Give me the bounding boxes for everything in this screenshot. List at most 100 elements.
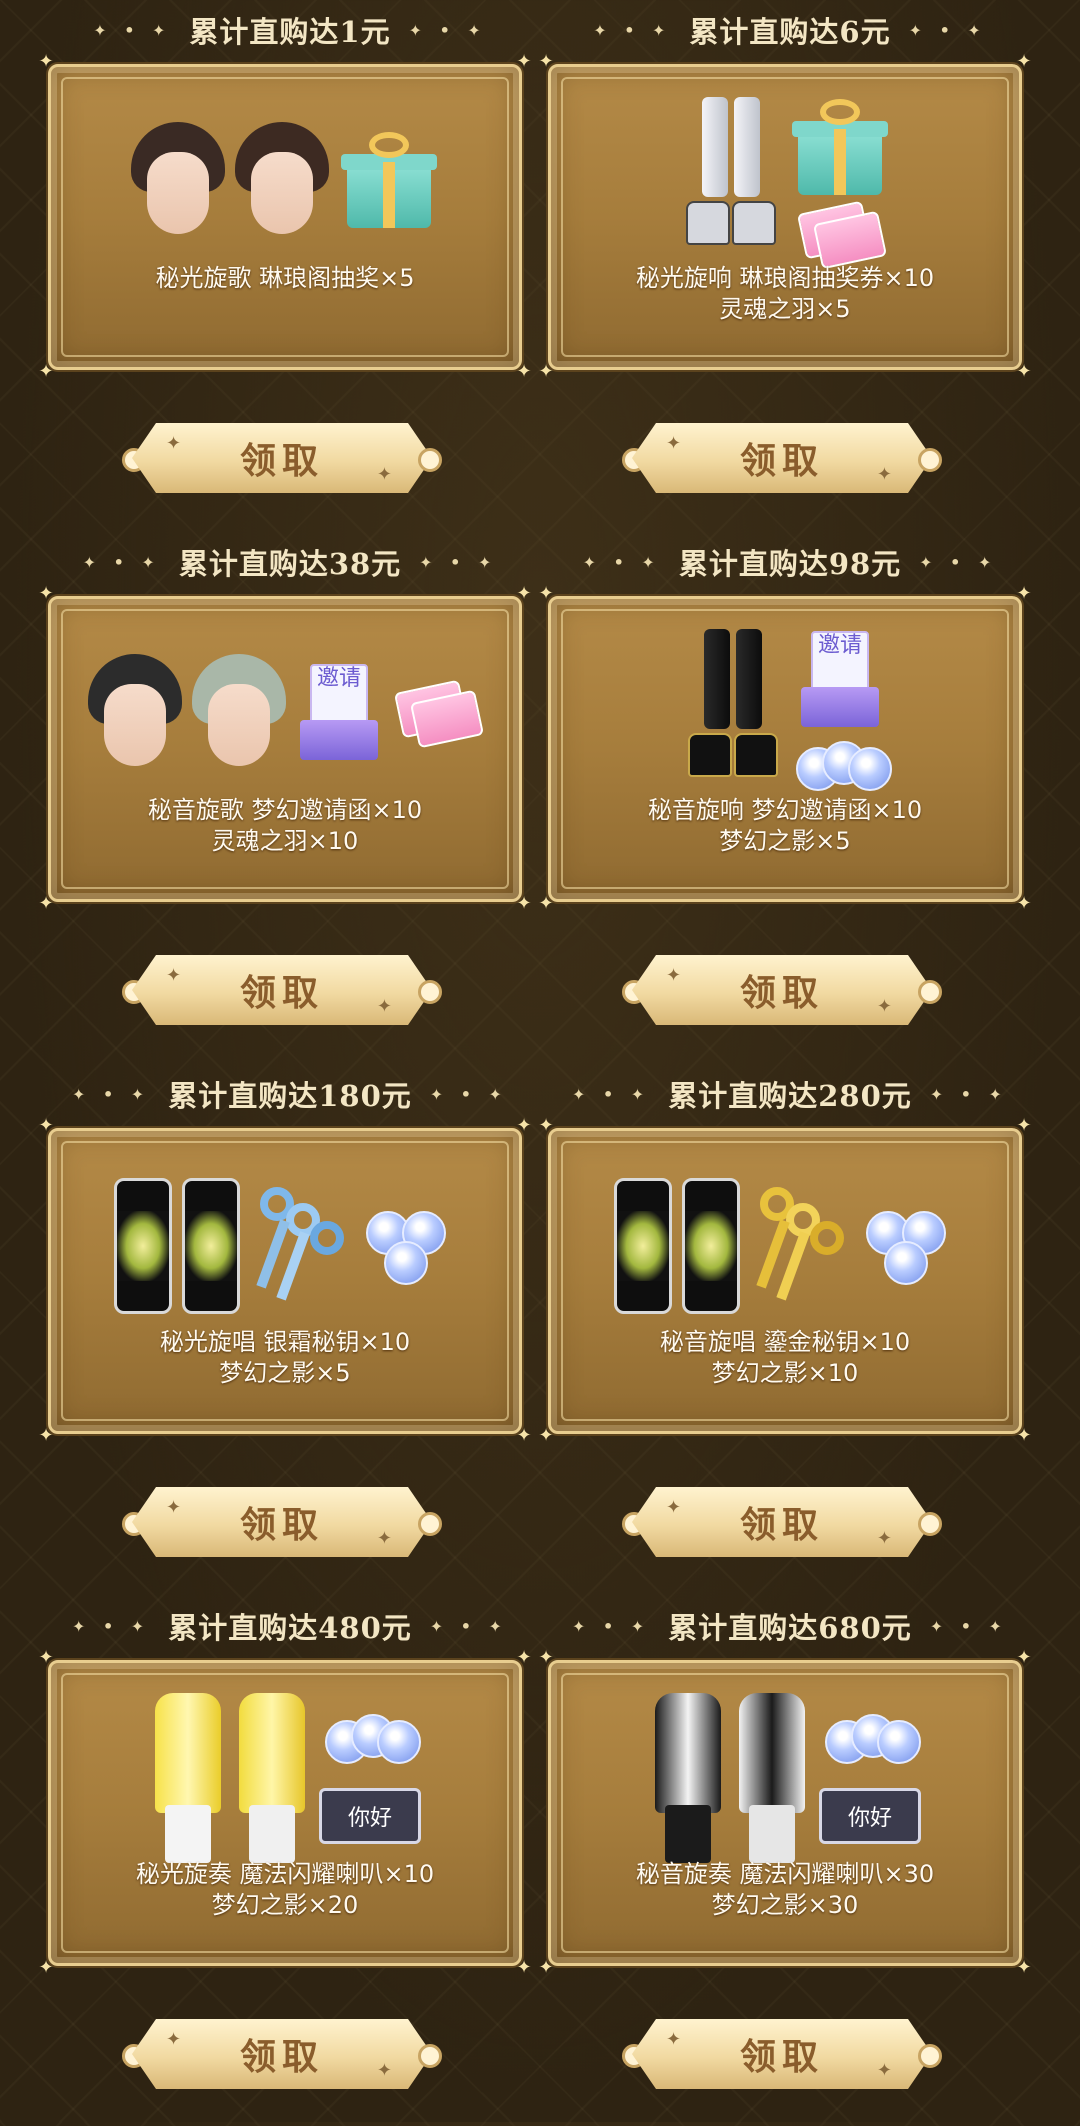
claim-button-face[interactable]: ✦ 领取 ✦ [632, 955, 932, 1025]
claim-button-label: 领取 [739, 2036, 824, 2078]
corner-star-icon: ✦ [1016, 361, 1032, 382]
sparkle-icon: ✦ [166, 965, 188, 986]
claim-button[interactable]: ✦ 领取 ✦ [122, 1482, 442, 1562]
claim-button[interactable]: ✦ 领取 ✦ [122, 950, 442, 1030]
claim-button-label: 领取 [239, 972, 324, 1014]
corner-star-icon: ✦ [538, 893, 554, 914]
corner-star-icon: ✦ [38, 893, 54, 914]
claim-button-label: 领取 [239, 2036, 324, 2078]
reward-description: 秘光旋响 琳琅阁抽奖券×10 灵魂之羽×5 [561, 263, 1009, 325]
corner-star-icon: ✦ [1016, 1957, 1032, 1978]
magic-horn-icon: 你好 [319, 1776, 421, 1846]
reward-grid: ✦ • ✦ 累计直购达1元 ✦ • ✦ ✦ ✦ ✦ ✦ 秘光旋歌 琳琅阁抽奖×5… [0, 0, 1080, 2122]
item-stack [790, 99, 890, 270]
tier-title: 累计直购达480元 [168, 1611, 412, 1645]
sparkle-icon: ✦ [166, 2029, 188, 2050]
claim-button[interactable]: ✦ 领取 ✦ [622, 950, 942, 1030]
reward-description: 秘音旋响 梦幻邀请函×10 梦幻之影×5 [561, 795, 1009, 857]
star-deco-icon: ✦ • ✦ [929, 1616, 1008, 1636]
corner-star-icon: ✦ [516, 51, 532, 72]
button-knob-icon [418, 2044, 442, 2068]
reward-items: 你好 [581, 1693, 989, 1863]
corner-star-icon: ✦ [1016, 893, 1032, 914]
claim-button-label: 领取 [739, 972, 824, 1014]
claim-button-face[interactable]: ✦ 领取 ✦ [632, 1487, 932, 1557]
claim-button[interactable]: ✦ 领取 ✦ [122, 2014, 442, 2094]
yellow-dress-icon [235, 1693, 309, 1863]
sparkle-icon: ✦ [166, 433, 188, 454]
horn-plate-text: 你好 [847, 1806, 892, 1831]
reward-panel: ✦ ✦ ✦ ✦ 你好 [538, 1649, 1031, 1977]
button-knob-icon [918, 980, 942, 1004]
invitation-letter-icon: 邀请 [797, 631, 883, 731]
corner-star-icon: ✦ [538, 1425, 554, 1446]
tier-title-row: ✦ • ✦ 累计直购达680元 ✦ • ✦ [540, 1604, 1040, 1648]
star-deco-icon: ✦ • ✦ [593, 20, 672, 40]
reward-tier-8: ✦ • ✦ 累计直购达680元 ✦ • ✦ ✦ ✦ ✦ ✦ 你好 秘音旋奏 魔法… [538, 1596, 1040, 2126]
star-deco-icon: ✦ • ✦ [408, 20, 487, 40]
star-deco-icon: ✦ • ✦ [429, 1616, 508, 1636]
claim-button[interactable]: ✦ 领取 ✦ [622, 2014, 942, 2094]
tier-title-row: ✦ • ✦ 累计直购达280元 ✦ • ✦ [540, 1072, 1040, 1116]
tier-title-row: ✦ • ✦ 累计直购达98元 ✦ • ✦ [540, 540, 1040, 584]
reward-line-2: 梦幻之影×5 [219, 1359, 351, 1387]
gift-box-icon [339, 132, 439, 232]
reward-panel: ✦ ✦ ✦ ✦ 邀请 秘音旋响 梦幻邀请函×10 梦幻之影×5 [538, 585, 1031, 913]
tier-title: 累计直购达6元 [689, 15, 891, 49]
reward-items [81, 1161, 489, 1331]
star-deco-icon: ✦ • ✦ [908, 20, 987, 40]
tier-title: 累计直购达98元 [678, 547, 902, 581]
sparkle-icon: ✦ [376, 2060, 398, 2081]
claim-button-face[interactable]: ✦ 领取 ✦ [632, 2019, 932, 2089]
male-hairstyle-icon [131, 122, 225, 242]
claim-button-face[interactable]: ✦ 领取 ✦ [132, 2019, 432, 2089]
corner-star-icon: ✦ [1016, 1115, 1032, 1136]
corner-star-icon: ✦ [1016, 1425, 1032, 1446]
claim-button[interactable]: ✦ 领取 ✦ [622, 418, 942, 498]
reward-tier-4: ✦ • ✦ 累计直购达98元 ✦ • ✦ ✦ ✦ ✦ ✦ 邀请 秘音旋响 梦幻邀… [538, 532, 1040, 1062]
button-knob-icon [418, 980, 442, 1004]
pink-ticket-icon [392, 679, 485, 749]
reward-line-1: 秘光旋奏 魔法闪耀喇叭×10 [135, 1860, 435, 1888]
reward-line-2: 灵魂之羽×5 [719, 295, 851, 323]
button-knob-icon [918, 2044, 942, 2068]
silver-boots-icon [680, 97, 780, 267]
sparkle-icon: ✦ [876, 2060, 898, 2081]
corner-star-icon: ✦ [38, 361, 54, 382]
reward-line-2: 梦幻之影×30 [711, 1891, 859, 1919]
male-hairstyle-icon [88, 654, 182, 774]
item-stack: 邀请 [296, 664, 382, 764]
reward-items: 邀请 [581, 629, 989, 799]
claim-button-label: 领取 [739, 1504, 824, 1546]
corner-star-icon: ✦ [1016, 583, 1032, 604]
star-deco-icon: ✦ • ✦ [919, 552, 998, 572]
reward-items: 邀请 [81, 629, 489, 799]
reward-items [581, 97, 989, 270]
corner-star-icon: ✦ [516, 1425, 532, 1446]
black-boots-icon [682, 629, 782, 799]
reward-panel: ✦ ✦ ✦ ✦ 秘光旋唱 银霜秘钥×10 梦幻之影×5 [38, 1117, 531, 1445]
corner-star-icon: ✦ [516, 361, 532, 382]
gold-key-icon [750, 1181, 850, 1311]
corner-star-icon: ✦ [538, 583, 554, 604]
reward-description: 秘光旋奏 魔法闪耀喇叭×10 梦幻之影×20 [61, 1859, 509, 1921]
claim-button[interactable]: ✦ 领取 ✦ [622, 1482, 942, 1562]
reward-line-1: 秘光旋歌 琳琅阁抽奖×5 [155, 264, 415, 292]
reward-panel: ✦ ✦ ✦ ✦ 秘光旋歌 琳琅阁抽奖×5 [38, 53, 531, 381]
claim-button-face[interactable]: ✦ 领取 ✦ [132, 955, 432, 1025]
claim-button-face[interactable]: ✦ 领取 ✦ [132, 1487, 432, 1557]
claim-button-face[interactable]: ✦ 领取 ✦ [132, 423, 432, 493]
phone-icon [114, 1178, 172, 1314]
reward-line-1: 秘音旋奏 魔法闪耀喇叭×30 [635, 1860, 935, 1888]
sparkle-icon: ✦ [876, 464, 898, 485]
button-knob-icon [918, 1512, 942, 1536]
claim-button-label: 领取 [239, 440, 324, 482]
claim-button[interactable]: ✦ 领取 ✦ [122, 418, 442, 498]
dream-shadow-gems-icon [821, 1710, 921, 1770]
reward-items [81, 97, 489, 267]
claim-button-face[interactable]: ✦ 领取 ✦ [632, 423, 932, 493]
star-deco-icon: ✦ • ✦ [82, 552, 161, 572]
black-outfit-icon [651, 1693, 725, 1863]
item-stack: 你好 [319, 1710, 421, 1846]
sparkle-icon: ✦ [666, 965, 688, 986]
